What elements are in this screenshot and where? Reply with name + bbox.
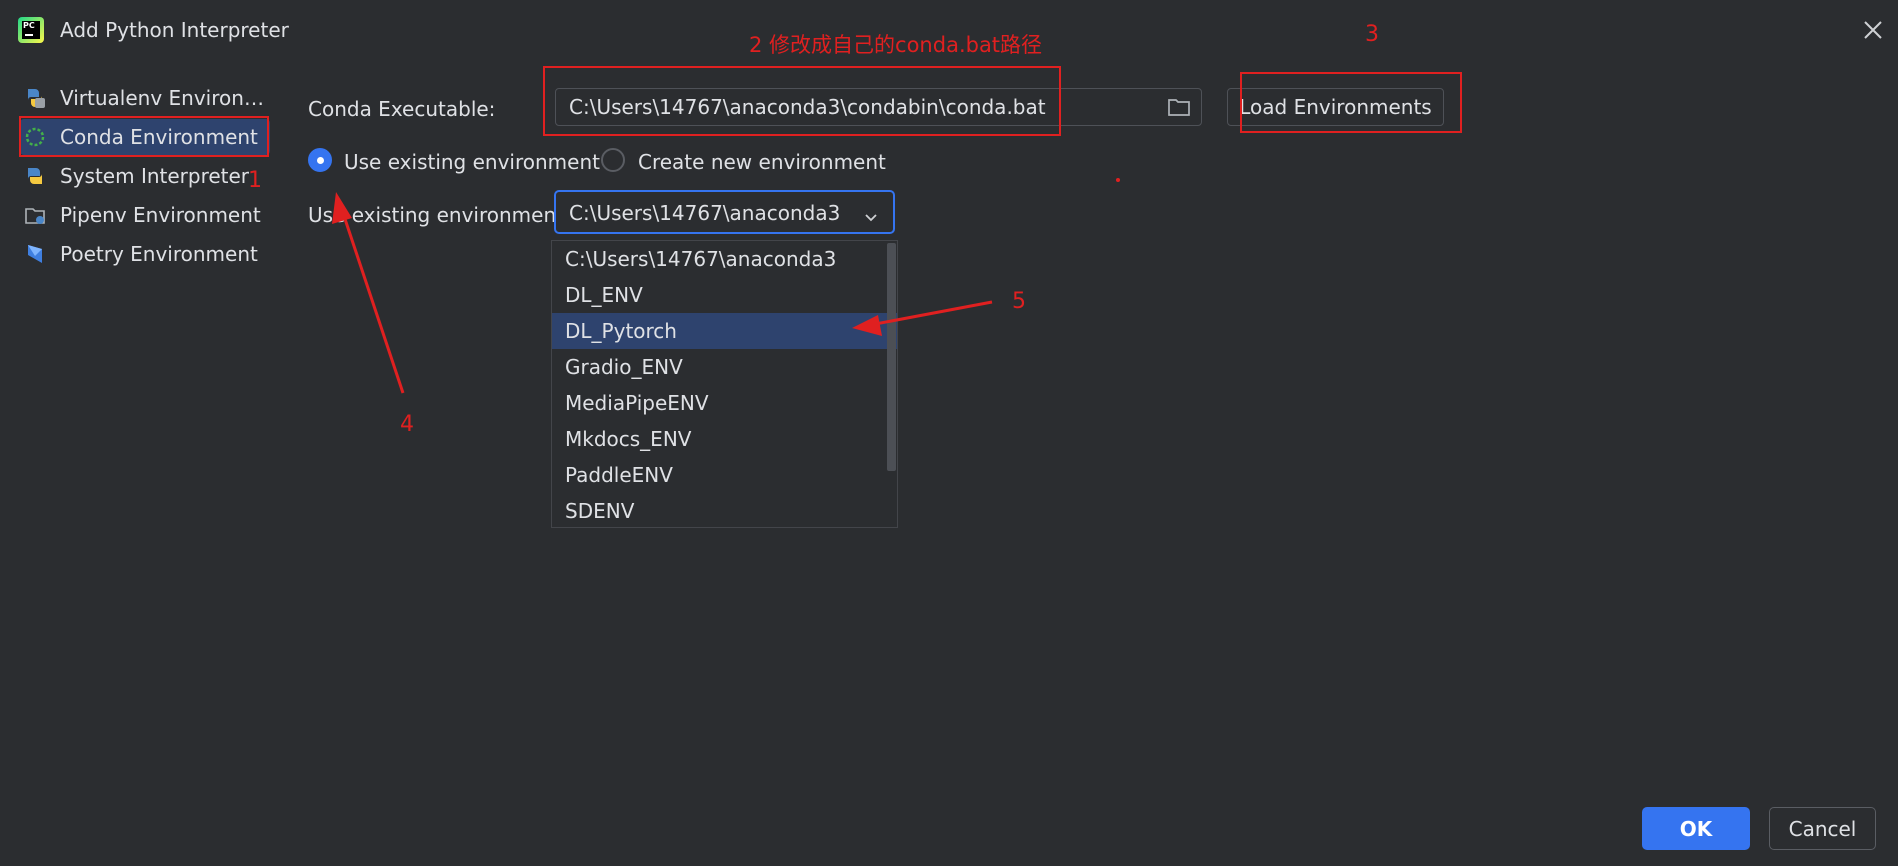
annotation-arrow-4	[332, 192, 405, 394]
annotation-arrow-5	[852, 300, 993, 336]
annotation-arrows	[332, 178, 1120, 394]
annotation-dot	[1116, 178, 1120, 182]
